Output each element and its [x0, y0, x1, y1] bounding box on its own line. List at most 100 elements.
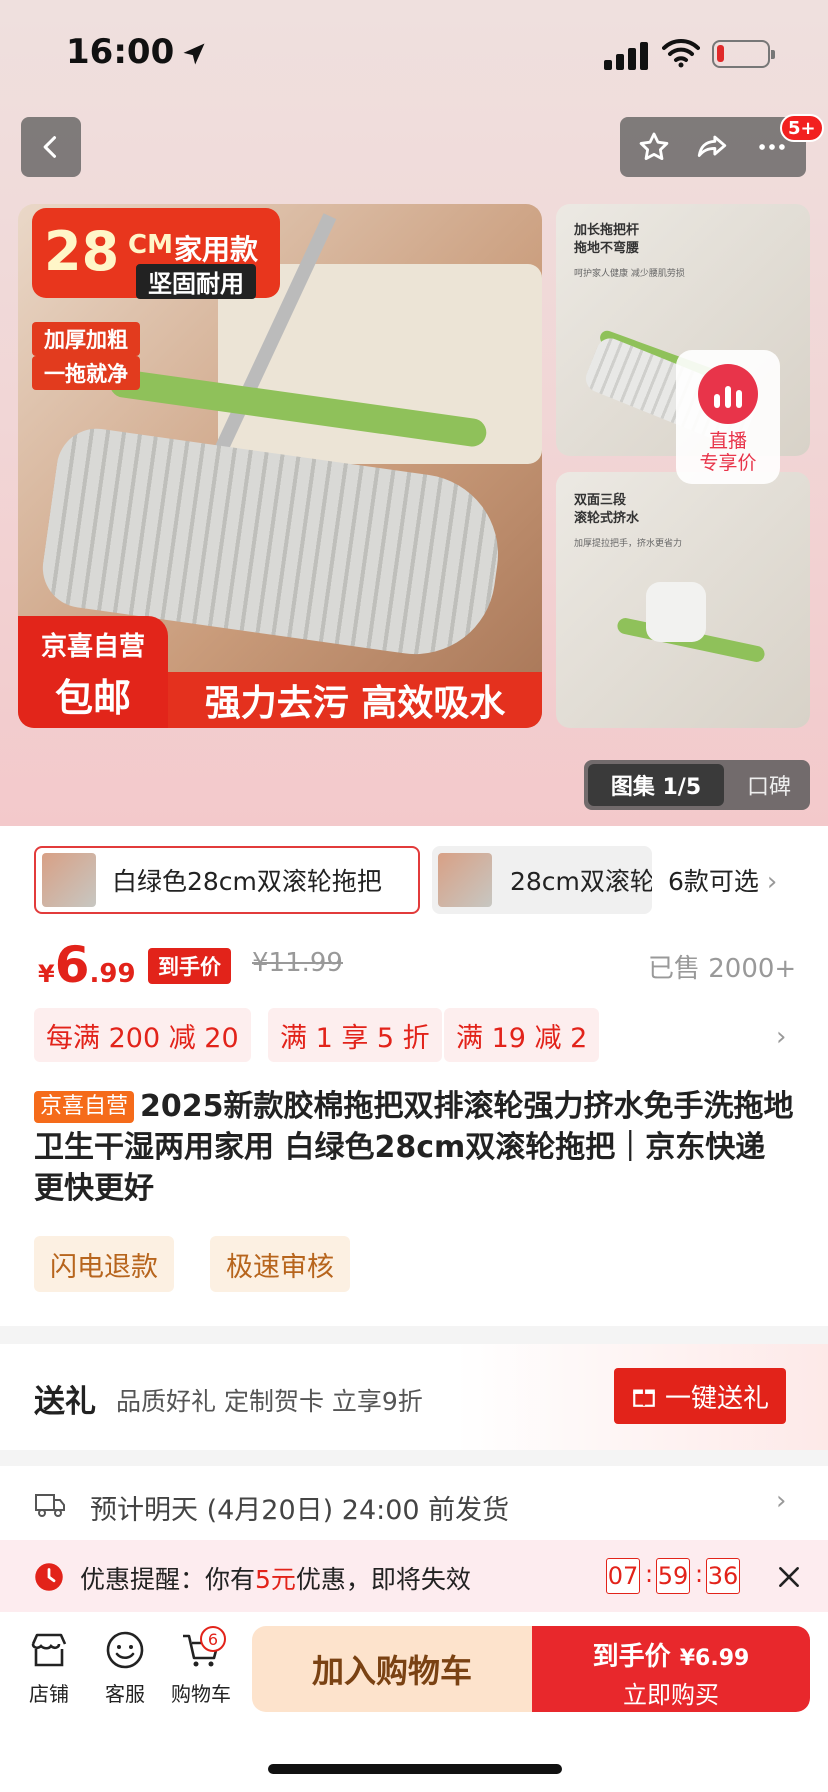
discount-reminder-bar: 优惠提醒：你有5元优惠，即将失效: [0, 1540, 828, 1612]
original-price: ¥11.99: [252, 948, 343, 978]
jx-badge-line1: 京喜自营: [40, 632, 145, 662]
side-image-2[interactable]: 双面三段 滚轮式挤水 加厚提拉把手，挤水更省力: [556, 472, 810, 728]
live-price-label: 专享价: [699, 452, 757, 474]
current-price: ¥6.99: [38, 936, 136, 994]
shipping-row[interactable]: 预计明天 (4月20日) 24:00 前发货 ›: [0, 1466, 828, 1544]
message-count-badge: 5+: [780, 114, 824, 142]
buy-now-button[interactable]: 到手价 ¥6.99 立即购买: [532, 1626, 810, 1712]
side2-title-b: 滚轮式挤水: [574, 511, 640, 526]
gift-heading: 送礼: [34, 1384, 96, 1420]
cart-label: 购物车: [171, 1682, 231, 1706]
variant-label: 白绿色28cm双滚轮拖把: [112, 867, 382, 896]
size-number: 28: [44, 220, 120, 283]
service-tag: 极速审核: [210, 1236, 350, 1292]
live-icon: [698, 364, 758, 424]
size-type-label: 家用款: [174, 233, 259, 266]
coupon-chip[interactable]: 满 19 减 2: [444, 1008, 600, 1062]
store-nav[interactable]: 店铺: [14, 1628, 84, 1707]
buy-now-label: 立即购买: [623, 1681, 719, 1709]
price-integer: 6: [54, 936, 90, 994]
reminder-suffix: 优惠，即将失效: [295, 1565, 471, 1594]
chevron-right-icon: ›: [776, 1486, 787, 1516]
buy-price-label: 到手价: [592, 1642, 671, 1672]
variant-option-selected[interactable]: 白绿色28cm双滚轮拖把: [34, 846, 420, 914]
top-actions-bar: [620, 117, 806, 177]
truck-icon: [35, 1494, 65, 1517]
side2-title-a: 双面三段: [574, 493, 627, 508]
send-gift-button[interactable]: 一键送礼: [614, 1368, 786, 1424]
coupon-chip[interactable]: 满 1 享 5 折: [268, 1008, 442, 1062]
jx-badge-line2: 包邮: [54, 676, 131, 720]
status-bar: 16:00: [0, 0, 828, 110]
live-exclusive-price-button[interactable]: 直播 专享价: [676, 350, 780, 484]
cart-count-badge: 6: [200, 1626, 226, 1652]
currency-symbol: ¥: [38, 960, 55, 988]
main-product-image[interactable]: 28 CM 家用款 坚固耐用 加厚加粗 一拖就净 京喜自营 包邮 强力去污 高效…: [18, 204, 542, 728]
home-indicator: [268, 1764, 562, 1774]
countdown-separator: :: [695, 1560, 704, 1588]
share-icon: [697, 135, 727, 157]
customer-service-nav[interactable]: 客服: [90, 1628, 160, 1707]
variant-thumbnail: [438, 853, 492, 907]
final-price-label: 到手价: [148, 948, 231, 984]
send-gift-label: 一键送礼: [664, 1383, 769, 1414]
gift-icon: [633, 1389, 655, 1407]
feature-check-1: 加厚加粗: [32, 322, 140, 356]
side2-sub: 加厚提拉把手，挤水更省力: [574, 539, 683, 549]
product-title: 京喜自营 2025新款胶棉拖把双排滚轮强力挤水免手洗拖地卫生干湿两用家用 白绿色2…: [34, 1086, 794, 1209]
store-label: 店铺: [29, 1682, 69, 1706]
smiley-chat-icon: [106, 1631, 144, 1669]
reminder-prefix: 优惠提醒：你有: [80, 1565, 256, 1594]
feature-check-2: 一拖就净: [32, 356, 140, 390]
wifi-icon: [662, 38, 700, 68]
countdown-minutes: 59: [656, 1558, 690, 1594]
coupons-chevron-right-icon[interactable]: ›: [776, 1022, 786, 1052]
share-button[interactable]: [692, 127, 732, 167]
gallery-counter-tab[interactable]: 图集 1/5: [588, 764, 724, 806]
service-label: 客服: [105, 1682, 145, 1706]
variant-label: 28cm双滚轮: [510, 867, 652, 896]
countdown-hours: 07: [606, 1558, 640, 1594]
coupon-chip[interactable]: 每满 200 减 20: [34, 1008, 251, 1062]
slogan-banner: 强力去污 高效吸水: [168, 672, 542, 728]
product-title-text: 2025新款胶棉拖把双排滚轮强力挤水免手洗拖地卫生干湿两用家用 白绿色28cm双…: [34, 1089, 794, 1206]
back-button[interactable]: [21, 117, 81, 177]
size-unit: CM: [128, 230, 173, 260]
more-variants-label: 6款可选: [668, 867, 759, 896]
side1-sub: 呵护家人健康 减少腰肌劳损: [574, 269, 685, 279]
star-icon: [639, 132, 669, 161]
favorite-button[interactable]: [634, 127, 674, 167]
price-decimal: .99: [89, 959, 136, 989]
store-icon: [31, 1633, 67, 1667]
reviews-tab[interactable]: 口碑: [734, 760, 804, 810]
variant-thumbnail: [42, 853, 96, 907]
side2-wringer: [646, 582, 706, 642]
gallery-switcher: 图集 1/5 口碑: [584, 760, 810, 810]
location-arrow-icon: [183, 43, 205, 65]
status-time: 16:00: [66, 32, 175, 72]
buy-price-line: 到手价 ¥6.99: [532, 1636, 810, 1673]
side1-title-a: 加长拖把杆: [574, 223, 640, 238]
countdown-separator: :: [645, 1560, 654, 1588]
buy-price-value: ¥6.99: [679, 1646, 750, 1671]
cellular-signal-icon: [604, 40, 650, 70]
size-promo-tag: 28 CM 家用款 坚固耐用: [32, 208, 280, 299]
chevron-right-icon: ›: [766, 867, 778, 897]
sold-count: 已售 2000+: [648, 954, 797, 984]
service-tag: 闪电退款: [34, 1236, 174, 1292]
more-variants-link[interactable]: 6款可选 ›: [668, 862, 777, 898]
add-to-cart-button[interactable]: 加入购物车: [252, 1626, 532, 1712]
shipping-estimate: 预计明天 (4月20日) 24:00 前发货: [90, 1495, 510, 1526]
countdown-seconds: 36: [706, 1558, 740, 1594]
gift-description: 品质好礼 定制贺卡 立享9折: [116, 1387, 423, 1416]
close-icon[interactable]: [776, 1564, 802, 1590]
jx-self-operated-tag: 京喜自营: [34, 1091, 135, 1123]
durable-label: 坚固耐用: [136, 264, 256, 299]
live-label: 直播: [708, 430, 747, 452]
reminder-amount: 5元: [255, 1565, 296, 1594]
variant-option-2[interactable]: 28cm双滚轮: [432, 846, 652, 914]
jx-free-shipping-badge: 京喜自营 包邮: [18, 616, 168, 728]
side1-title-b: 拖地不弯腰: [574, 241, 640, 256]
reminder-text: 优惠提醒：你有5元优惠，即将失效: [80, 1560, 471, 1596]
battery-icon: [712, 40, 775, 68]
